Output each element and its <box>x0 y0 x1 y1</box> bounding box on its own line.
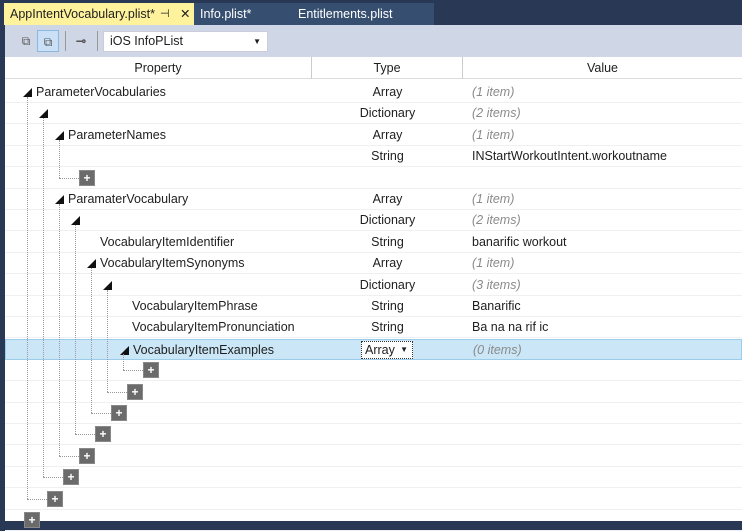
plist-row[interactable]: Dictionary (2 items) <box>5 210 742 232</box>
chevron-down-icon: ▼ <box>253 37 261 46</box>
plist-row[interactable]: ParameterNames Array (1 item) <box>5 125 742 146</box>
plist-row[interactable]: Dictionary (2 items) <box>5 103 742 125</box>
property-type[interactable]: Dictionary <box>312 103 463 123</box>
add-row[interactable]: + <box>5 403 742 424</box>
grid-header: Property Type Value <box>5 57 742 79</box>
property-value[interactable]: (1 item) <box>472 189 514 209</box>
column-header-type[interactable]: Type <box>312 57 463 79</box>
expand-triangle-icon[interactable] <box>55 130 64 140</box>
property-type[interactable]: Dictionary <box>312 275 463 295</box>
add-item-button[interactable]: + <box>127 383 143 400</box>
plist-row[interactable]: VocabularyItemExamples Array ▼ (0 items) <box>5 338 742 360</box>
key-icon[interactable]: ⊸ <box>70 30 92 52</box>
expand-triangle-icon[interactable] <box>87 259 96 269</box>
column-header-property[interactable]: Property <box>5 57 312 79</box>
property-key[interactable]: VocabularyItemPhrase <box>132 296 258 316</box>
collapse-all-icon[interactable]: ⧉ <box>15 30 37 52</box>
property-type[interactable]: String <box>312 146 463 166</box>
plist-row[interactable]: VocabularyItemPhrase String Banarific <box>5 296 742 317</box>
add-item-button[interactable]: + <box>79 447 95 464</box>
property-value[interactable]: (1 item) <box>472 125 514 145</box>
add-row[interactable]: + <box>5 446 742 467</box>
property-type[interactable]: String <box>312 232 463 252</box>
tree-line <box>107 289 108 392</box>
toolbar: ⧉ ⧉ ⊸ iOS InfoPList ▼ <box>5 25 742 57</box>
add-item-button[interactable]: + <box>143 362 159 379</box>
property-value[interactable]: (3 items) <box>472 275 521 295</box>
property-value[interactable]: (1 item) <box>472 82 514 102</box>
column-header-value[interactable]: Value <box>463 57 742 79</box>
plist-row[interactable]: VocabularyItemIdentifier String banarific … <box>5 232 742 253</box>
tree-line <box>43 118 44 478</box>
property-value[interactable]: (2 items) <box>472 210 521 230</box>
property-value[interactable]: Banarific <box>472 296 521 316</box>
property-value[interactable]: INStartWorkoutIntent.workoutname <box>472 146 667 166</box>
add-item-button[interactable]: + <box>47 490 63 507</box>
property-key[interactable]: VocabularyItemIdentifier <box>100 232 234 252</box>
close-icon[interactable]: ✕ <box>180 3 190 25</box>
tab-label: AppIntentVocabulary.plist* <box>10 7 156 21</box>
plist-row[interactable]: ParameterVocabularies Array (1 item) <box>5 82 742 103</box>
tab-entitlements[interactable]: Entitlements.plist <box>294 3 434 25</box>
property-value[interactable]: (0 items) <box>473 340 522 360</box>
expand-triangle-icon[interactable] <box>120 345 129 355</box>
property-key[interactable]: ParameterNames <box>68 125 166 145</box>
property-key[interactable]: VocabularyItemExamples <box>133 340 274 360</box>
schema-dropdown[interactable]: iOS InfoPList ▼ <box>103 31 268 52</box>
property-key[interactable]: ParameterVocabularies <box>36 82 166 102</box>
expand-triangle-icon[interactable] <box>71 216 80 226</box>
plist-row[interactable]: VocabularyItemPronunciation String Ba na n… <box>5 317 742 339</box>
plist-row[interactable]: Dictionary (3 items) <box>5 275 742 296</box>
expand-triangle-icon[interactable] <box>103 280 112 290</box>
property-type[interactable]: Array <box>312 82 463 102</box>
property-value[interactable]: (2 items) <box>472 103 521 123</box>
add-row[interactable]: + <box>5 489 742 510</box>
property-value[interactable]: banarific workout <box>472 232 567 252</box>
expand-triangle-icon[interactable] <box>23 88 32 97</box>
expand-triangle-icon[interactable] <box>55 195 64 204</box>
add-item-button[interactable]: + <box>24 512 40 528</box>
tree-line <box>75 225 76 435</box>
add-item-button[interactable]: + <box>111 405 127 421</box>
add-item-button[interactable]: + <box>63 469 79 486</box>
add-row[interactable]: + <box>5 168 742 189</box>
property-type[interactable]: Array <box>312 125 463 145</box>
property-value[interactable]: (1 item) <box>472 253 514 273</box>
plist-grid: Property Type Value ParameterVocabularie… <box>5 57 742 531</box>
property-key[interactable]: VocabularyItemPronunciation <box>132 317 295 337</box>
expand-all-icon[interactable]: ⧉ <box>37 30 59 52</box>
schema-value: iOS InfoPList <box>110 34 183 48</box>
property-type[interactable]: String <box>312 296 463 316</box>
property-type[interactable]: Dictionary <box>312 210 463 230</box>
separator <box>97 31 98 51</box>
add-row[interactable]: + <box>5 467 742 489</box>
expand-triangle-icon[interactable] <box>39 109 48 119</box>
plist-row[interactable]: ParamaterVocabulary Array (1 item) <box>5 189 742 210</box>
tab-info-plist[interactable]: Info.plist* <box>194 3 294 25</box>
property-type[interactable]: String <box>312 317 463 337</box>
type-dropdown[interactable]: Array ▼ <box>361 340 413 359</box>
property-key[interactable]: ParamaterVocabulary <box>68 189 188 209</box>
add-item-button[interactable]: + <box>79 169 95 186</box>
pin-icon[interactable]: ⊣ <box>160 3 170 25</box>
chevron-down-icon: ▼ <box>400 344 408 354</box>
tree-line <box>59 204 60 456</box>
property-key[interactable]: VocabularyItemSynonyms <box>100 253 245 273</box>
tree-line <box>91 268 92 413</box>
property-value[interactable]: Ba na na rif ic <box>472 317 548 337</box>
property-type[interactable]: Array <box>312 253 463 273</box>
plist-row[interactable]: String INStartWorkoutIntent.workoutname <box>5 146 742 168</box>
property-type[interactable]: Array <box>312 189 463 209</box>
add-item-button[interactable]: + <box>95 426 111 443</box>
document-tabs: AppIntentVocabulary.plist* ⊣ ✕ Info.plist*… <box>0 0 742 25</box>
type-value: Array <box>365 342 395 357</box>
tab-appintentvocabulary[interactable]: AppIntentVocabulary.plist* ⊣ ✕ <box>4 3 194 25</box>
add-row[interactable]: + <box>5 360 742 382</box>
plist-row[interactable]: VocabularyItemSynonyms Array (1 item) <box>5 253 742 275</box>
tree-line <box>27 97 28 499</box>
add-row[interactable]: + <box>5 382 742 403</box>
separator <box>65 31 66 51</box>
add-row[interactable]: + <box>5 424 742 446</box>
